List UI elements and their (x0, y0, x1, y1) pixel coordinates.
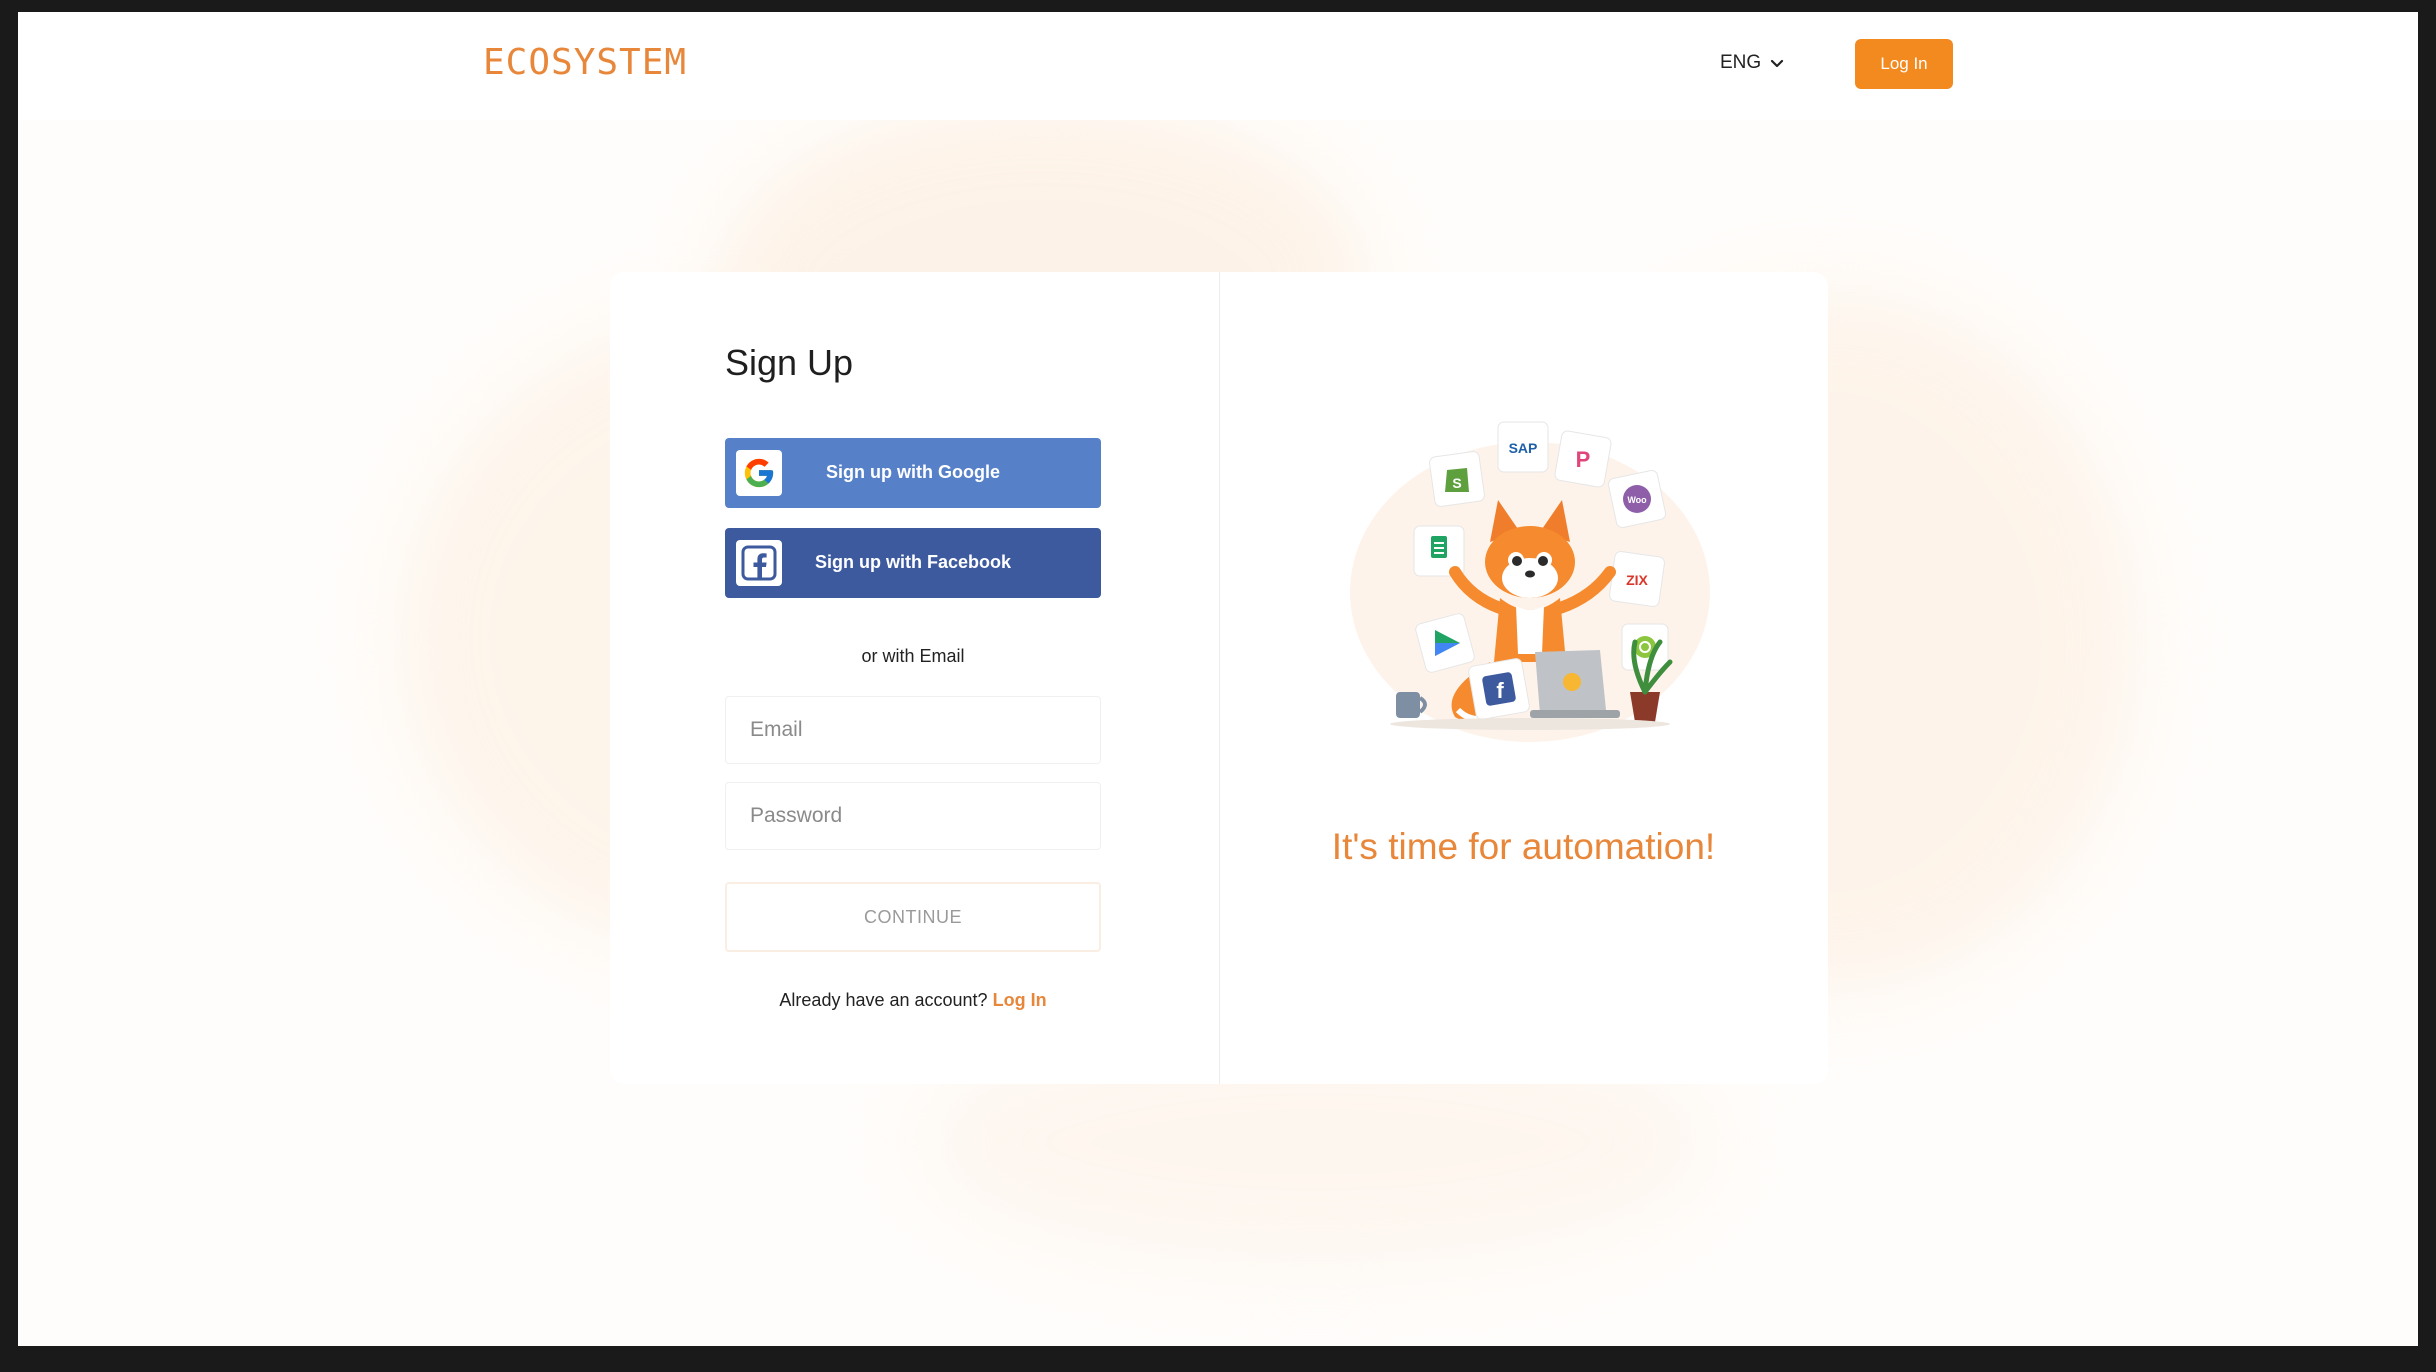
or-with-email-text: or with Email (861, 646, 965, 666)
top-header: ECOSYSTEM ENG Log In (18, 12, 2418, 120)
page: ECOSYSTEM ENG Log In Sign Up Sign up wit… (18, 12, 2418, 1346)
svg-text:P: P (1576, 447, 1591, 472)
shopify-icon: S (1429, 451, 1485, 507)
svg-text:Woo: Woo (1627, 495, 1647, 505)
language-selector[interactable]: ENG (1720, 52, 1785, 74)
already-account-text: Already have an account? (779, 990, 988, 1010)
google-button-label: Sign up with Google (826, 462, 1000, 482)
fox-mascot-illustration: SAP P Woo S ZIX f (1350, 421, 1710, 742)
header-login-button[interactable]: Log In (1855, 39, 1953, 89)
language-label: ENG (1720, 52, 1762, 73)
facebook-button-label: Sign up with Facebook (814, 552, 1011, 572)
continue-button[interactable]: CONTINUE (725, 882, 1101, 952)
svg-text:S: S (1452, 475, 1461, 491)
google-signup-button[interactable]: Sign up with Google (725, 438, 1101, 508)
signup-card: Sign Up Sign up with Google Sign up with (610, 272, 1828, 1084)
svg-text:SAP: SAP (1509, 440, 1538, 456)
power-icon (1621, 623, 1669, 671)
svg-text:ZIX: ZIX (1626, 572, 1648, 588)
page-title: Sign Up (725, 342, 854, 383)
email-field[interactable] (725, 696, 1101, 764)
brand-logo[interactable]: ECOSYSTEM (483, 42, 687, 83)
pipedrive-icon: P (1554, 430, 1612, 488)
sap-icon: SAP (1497, 421, 1549, 473)
zoho-icon: ZIX (1609, 551, 1665, 607)
promo-tagline: It's time for automation! (1331, 826, 1716, 867)
facebook-signup-button[interactable]: Sign up with Facebook (725, 528, 1101, 598)
svg-text:f: f (1496, 678, 1504, 703)
card-divider (1219, 272, 1220, 1084)
login-link[interactable]: Log In (993, 990, 1047, 1010)
facebook-tile-icon: f (1468, 658, 1530, 720)
chevron-down-icon (1771, 59, 1784, 68)
woocommerce-icon: Woo (1607, 469, 1667, 529)
login-prompt: Already have an account? Log In (725, 990, 1101, 1011)
password-field[interactable] (725, 782, 1101, 850)
